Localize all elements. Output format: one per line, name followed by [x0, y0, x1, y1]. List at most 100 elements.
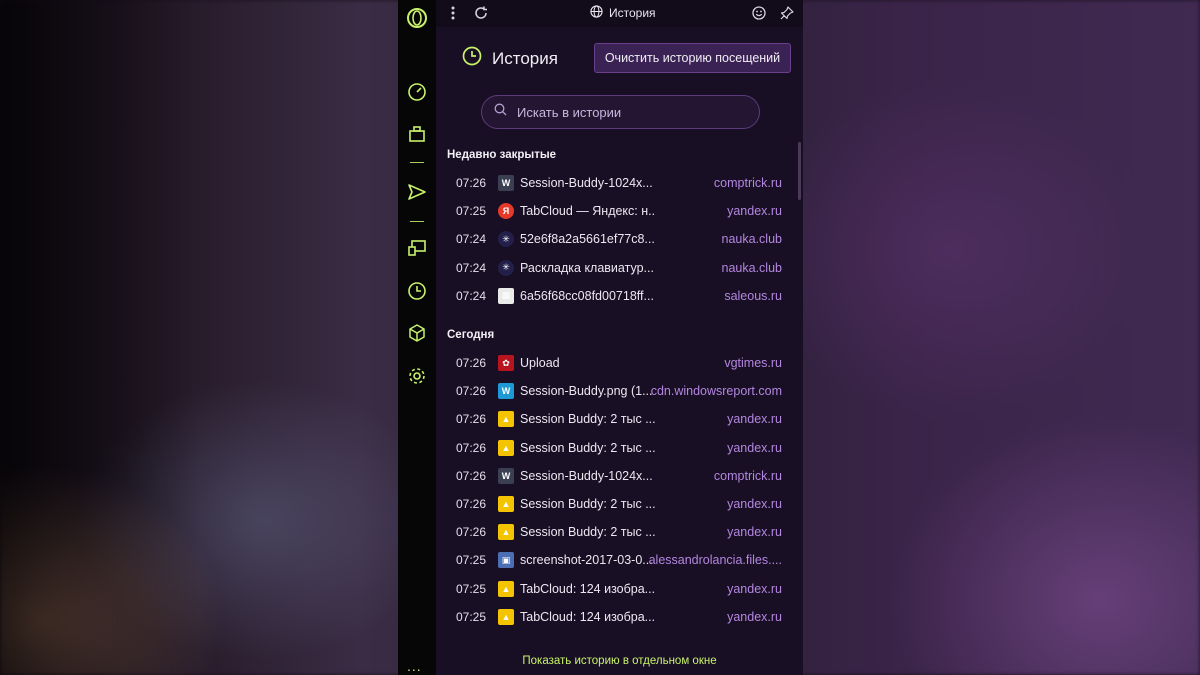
yandex-images-icon: ▲ — [498, 608, 514, 625]
speed-dial-icon[interactable] — [405, 80, 429, 104]
page-title-text: TabCloud: 124 изобра... — [520, 581, 655, 596]
page-domain: yandex.ru — [727, 440, 782, 455]
yandex-images-icon: ▲ — [498, 580, 514, 597]
visit-time: 07:26 — [456, 384, 487, 399]
history-row[interactable]: 07:24 ✳ 52e6f8a2a5661ef77c8... nauka.club — [447, 225, 794, 253]
history-row[interactable]: 07:25 ▣ screenshot-2017-03-0... alessandrol… — [447, 546, 794, 574]
history-row[interactable]: 07:24 ✳ Раскладка клавиатур... nauka.club — [447, 254, 794, 282]
scrollbar[interactable] — [798, 142, 801, 200]
history-row[interactable]: 07:26 ▲ Session Buddy: 2 тыс ... yandex.ru — [447, 518, 794, 546]
page-domain: yandex.ru — [727, 497, 782, 511]
history-row[interactable]: 07:26 W Session-Buddy-1024x... comptrick.ru — [447, 169, 794, 197]
visit-time: 07:26 — [456, 525, 487, 540]
page-title-text: Upload — [520, 356, 560, 370]
history-icon[interactable] — [405, 279, 429, 303]
page-title-text: TabCloud — Яндекс: н... — [520, 204, 655, 219]
extensions-cube-icon[interactable] — [405, 321, 429, 345]
history-row[interactable]: 07:26 W Session-Buddy-1024x... comptrick.ru — [447, 462, 794, 490]
panel-footer: Показать историю в отдельном окне — [436, 643, 803, 675]
page-domain: yandex.ru — [727, 525, 782, 540]
yandex-images-icon: ▲ — [498, 439, 514, 456]
sidebar-more-button[interactable]: ... — [407, 658, 422, 674]
wordpress-icon: W — [498, 467, 514, 484]
yandex-images-icon: ▲ — [498, 524, 514, 541]
page-title-text: Session Buddy: 2 тыс ... — [520, 440, 655, 455]
history-row[interactable]: 07:25 Я TabCloud — Яндекс: н... yandex.ru — [447, 197, 794, 225]
page-domain: alessandrolancia.files.... — [648, 553, 782, 568]
visit-time: 07:26 — [456, 412, 487, 427]
page-domain: cdn.windowsreport.com — [650, 384, 782, 399]
page-domain: vgtimes.ru — [724, 356, 782, 370]
page-title-text: Session Buddy: 2 тыс ... — [520, 412, 655, 427]
wordpress-icon: W — [498, 175, 514, 191]
history-search[interactable] — [481, 95, 760, 129]
history-row[interactable]: 07:24 ▦ 6a56f68cc08fd00718ff... saleous.ru — [447, 282, 794, 310]
history-panel: История История Очистить историю посещен… — [436, 0, 803, 675]
history-row[interactable]: 07:25 ▲ TabCloud: 124 изобра... yandex.ru — [447, 603, 794, 631]
yandex-images-icon: ▲ — [498, 496, 514, 512]
page-title-text: Session Buddy: 2 тыс ... — [520, 525, 655, 540]
workspace-icon[interactable] — [405, 122, 429, 146]
page-title-text: Session-Buddy-1024x... — [520, 468, 653, 483]
avatar-thumbnail-icon: ▣ — [498, 552, 514, 569]
visit-time: 07:26 — [456, 356, 487, 370]
history-clock-icon — [462, 46, 482, 71]
visit-time: 07:25 — [456, 553, 487, 568]
history-header: История — [462, 46, 558, 71]
send-icon[interactable] — [405, 180, 429, 204]
smiley-icon[interactable] — [750, 4, 768, 22]
page-domain: saleous.ru — [724, 288, 782, 303]
history-row[interactable]: 07:26 W Session-Buddy.png (1... cdn.windows… — [447, 377, 794, 405]
visit-time: 07:26 — [456, 468, 487, 483]
yandex-icon: Я — [498, 203, 514, 220]
atom-icon: ✳ — [498, 231, 514, 248]
page-domain: yandex.ru — [727, 204, 782, 219]
history-row[interactable]: 07:26 ▲ Session Buddy: 2 тыс ... yandex.ru — [447, 490, 794, 518]
page-title-text: Session-Buddy-1024x... — [520, 176, 653, 190]
sidebar-separator — [410, 221, 424, 222]
visit-time: 07:26 — [456, 497, 487, 511]
visit-time: 07:25 — [456, 204, 487, 219]
globe-icon — [590, 5, 603, 21]
page-domain: comptrick.ru — [713, 468, 782, 483]
page-domain: comptrick.ru — [713, 176, 782, 190]
visit-time: 07:24 — [456, 232, 487, 247]
clear-history-button[interactable]: Очистить историю посещений — [594, 43, 791, 73]
saleous-icon: ▦ — [498, 287, 514, 304]
kebab-menu-icon[interactable] — [444, 4, 462, 22]
page-title-text: 6a56f68cc08fd00718ff... — [520, 288, 654, 303]
visit-time: 07:26 — [456, 176, 487, 190]
history-row[interactable]: 07:26 ▲ Session Buddy: 2 тыс ... yandex.ru — [447, 405, 794, 433]
panel-topbar: История — [436, 0, 803, 27]
visit-time: 07:24 — [456, 260, 487, 275]
panel-title: История — [590, 5, 656, 21]
page-title-text: screenshot-2017-03-0... — [520, 553, 653, 568]
reload-icon[interactable] — [472, 4, 490, 22]
yandex-images-icon: ▲ — [498, 411, 514, 428]
page-domain: nauka.club — [721, 232, 782, 247]
visit-time: 07:25 — [456, 609, 487, 624]
history-row[interactable]: 07:26 ▲ Session Buddy: 2 тыс ... yandex.ru — [447, 434, 794, 462]
page-domain: yandex.ru — [727, 581, 782, 596]
visit-time: 07:25 — [456, 581, 487, 596]
page-domain: nauka.club — [721, 260, 782, 275]
opera-logo-icon[interactable] — [405, 6, 429, 30]
page-title-text: Session-Buddy.png (1... — [520, 384, 653, 399]
sidebar-separator — [410, 162, 424, 163]
tabs-devices-icon[interactable] — [405, 236, 429, 260]
history-row[interactable]: 07:25 ▲ TabCloud: 124 изобра... yandex.ru — [447, 575, 794, 603]
pin-icon[interactable] — [778, 4, 796, 22]
windowsreport-icon: W — [498, 383, 514, 400]
visit-time: 07:24 — [456, 288, 487, 303]
settings-gear-icon[interactable] — [405, 364, 429, 388]
section-today: Сегодня — [447, 329, 495, 341]
atom-icon: ✳ — [498, 259, 514, 276]
panel-title-text: История — [609, 6, 656, 20]
visit-time: 07:26 — [456, 440, 487, 455]
search-input[interactable] — [517, 104, 737, 120]
show-history-window-link[interactable]: Показать историю в отдельном окне — [436, 655, 803, 667]
section-recently-closed: Недавно закрытые — [447, 149, 557, 161]
page-domain: yandex.ru — [727, 609, 782, 624]
history-row[interactable]: 07:26 ✿ Upload vgtimes.ru — [447, 349, 794, 377]
page-title-text: 52e6f8a2a5661ef77c8... — [520, 232, 655, 247]
